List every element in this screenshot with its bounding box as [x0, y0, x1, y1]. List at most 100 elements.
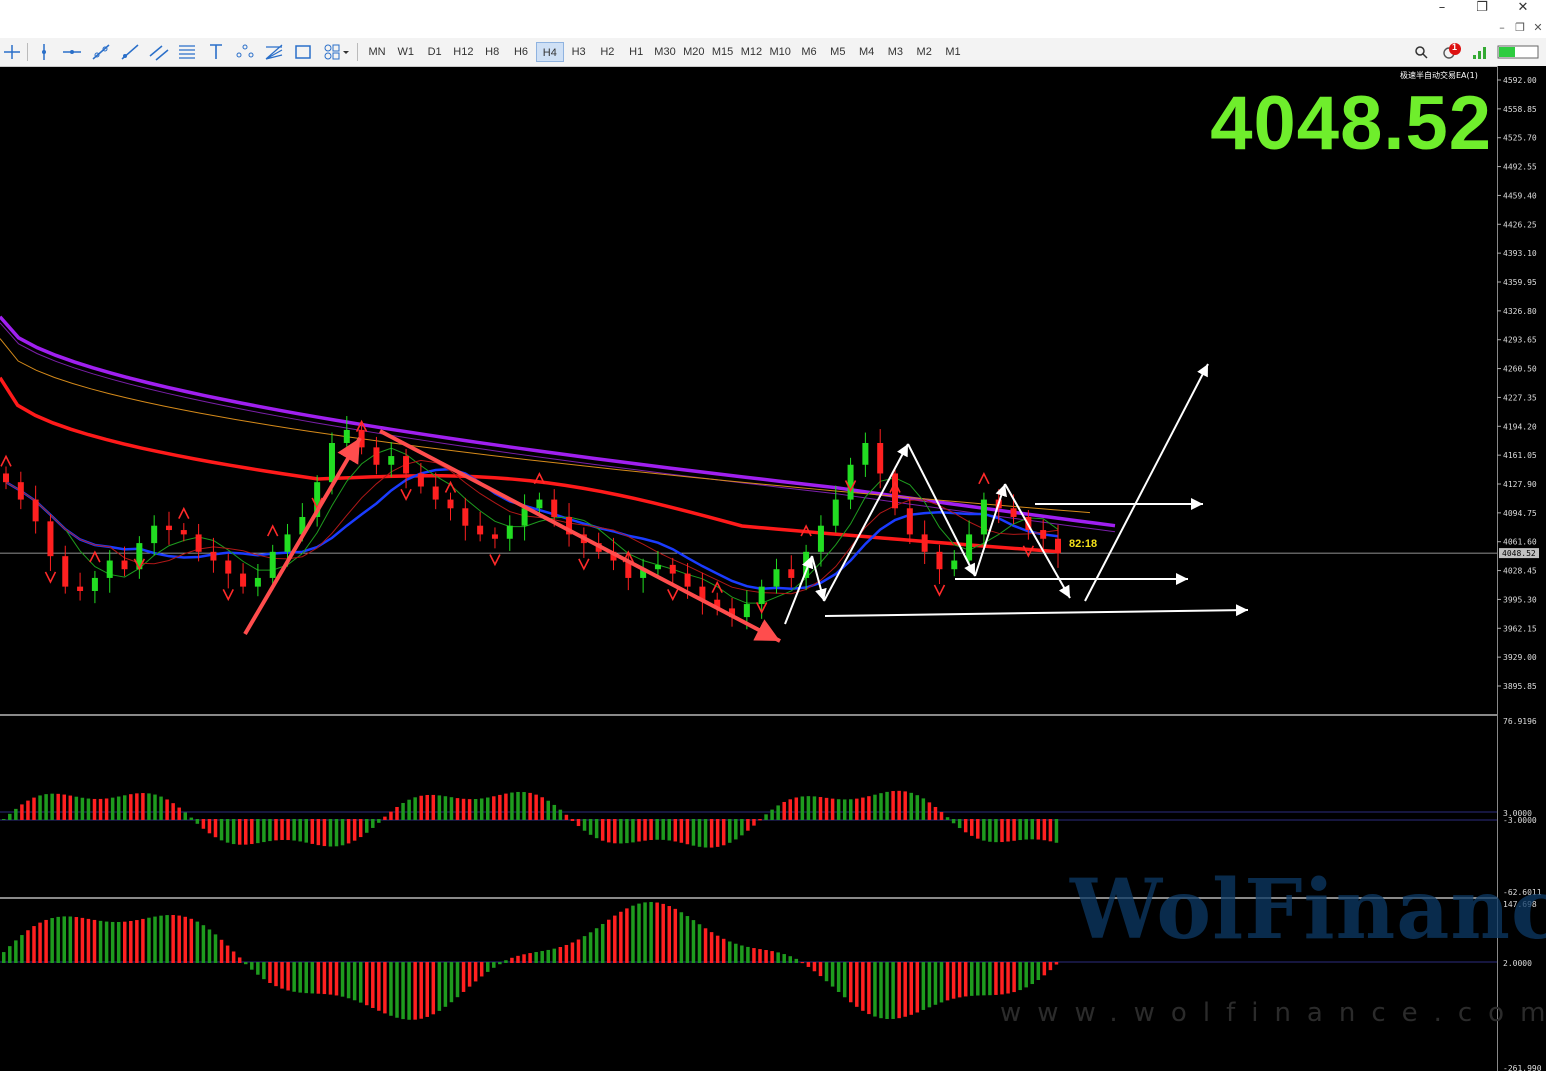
timeframe-m30[interactable]: M30: [651, 42, 679, 62]
timeframe-h3[interactable]: H3: [565, 42, 593, 62]
signal-strength-icon[interactable]: [1469, 41, 1493, 63]
fractal-arrow: [0, 454, 12, 467]
osc1-bar: [201, 819, 206, 829]
timeframe-w1[interactable]: W1: [392, 42, 420, 62]
osc2-bar: [401, 962, 405, 1020]
osc1-bar: [467, 799, 472, 820]
timeframe-h8[interactable]: H8: [478, 42, 506, 62]
osc2-bar: [286, 962, 290, 991]
candle-body: [1055, 538, 1061, 554]
ray-icon[interactable]: [118, 41, 142, 63]
trendline-icon[interactable]: [89, 41, 113, 63]
osc2-bar: [915, 962, 920, 1013]
timeframe-d1[interactable]: D1: [421, 42, 449, 62]
timeframe-m12[interactable]: M12: [737, 42, 765, 62]
osc1-bar: [352, 819, 357, 841]
vertical-line-icon[interactable]: [32, 41, 56, 63]
timeframe-h6[interactable]: H6: [507, 42, 535, 62]
timeframe-m5[interactable]: M5: [824, 42, 852, 62]
osc2-bar: [734, 943, 738, 963]
osc1-bar: [824, 797, 829, 820]
candle-body: [17, 482, 24, 500]
gann-fan-icon[interactable]: [262, 41, 286, 63]
osc1-bar: [153, 794, 157, 820]
osc2-bar: [467, 962, 472, 987]
crosshair-icon[interactable]: [0, 41, 24, 63]
osc2-bar: [50, 918, 54, 963]
minimize-button[interactable]: –: [1422, 0, 1462, 18]
chart-restore-button[interactable]: ❐: [1511, 20, 1529, 36]
osc2-bar: [873, 962, 877, 1017]
timeframe-h1[interactable]: H1: [622, 42, 650, 62]
notification-count: 1: [1452, 42, 1458, 52]
osc1-bar: [292, 819, 296, 841]
osc2-bar: [92, 919, 97, 963]
close-button[interactable]: ✕: [1503, 0, 1543, 18]
timeframe-mn[interactable]: MN: [363, 42, 391, 62]
candle-body: [106, 560, 113, 578]
osc2-bar: [685, 916, 690, 963]
osc1-bar: [20, 804, 24, 820]
timeframe-m15[interactable]: M15: [709, 42, 737, 62]
osc2-bar: [80, 917, 85, 963]
restore-button[interactable]: ❐: [1462, 0, 1502, 18]
osc1-bar: [879, 793, 883, 820]
search-icon[interactable]: [1410, 41, 1434, 63]
rectangle-icon[interactable]: [291, 41, 315, 63]
candle-body: [669, 564, 676, 574]
timeframe-m1[interactable]: M1: [939, 42, 967, 62]
chart-close-button[interactable]: ✕: [1529, 20, 1546, 36]
osc1-bar: [443, 796, 448, 820]
osc1-bar: [770, 809, 774, 820]
osc1-bar: [873, 794, 877, 820]
candle-body: [877, 442, 884, 474]
osc2-bar: [933, 962, 938, 1005]
candle-body: [1040, 530, 1047, 539]
timeframe-h4[interactable]: H4: [535, 42, 564, 62]
candle-body: [417, 473, 424, 487]
notification-icon[interactable]: 1: [1440, 41, 1464, 63]
timeframe-m3[interactable]: M3: [881, 42, 909, 62]
osc1-bar: [522, 792, 526, 820]
osc2-bar: [498, 962, 502, 965]
candle-body: [862, 442, 869, 465]
fibonacci-icon[interactable]: [175, 41, 199, 63]
osc2-bar: [963, 962, 968, 997]
timeframe-h2[interactable]: H2: [593, 42, 621, 62]
osc1-bar: [38, 795, 42, 820]
timeframe-m10[interactable]: M10: [766, 42, 794, 62]
osc1-bar: [498, 794, 502, 820]
osc2-bar: [371, 962, 375, 1008]
osc2-bar: [867, 962, 871, 1015]
osc1-bar: [92, 798, 97, 820]
osc1-bar: [419, 795, 423, 820]
candle-body: [240, 573, 247, 587]
osc2-bar: [346, 962, 351, 999]
text-tool-icon[interactable]: [204, 41, 228, 63]
osc1-bar: [298, 819, 302, 842]
osc2-bar: [268, 962, 272, 983]
pitchfork-icon[interactable]: [233, 41, 257, 63]
osc2-bar: [951, 962, 956, 999]
timeframe-m20[interactable]: M20: [680, 42, 708, 62]
candle-body: [892, 473, 899, 509]
timeframe-m6[interactable]: M6: [795, 42, 823, 62]
candle-body: [906, 508, 913, 535]
osc1-bar: [709, 819, 714, 848]
timeframe-m4[interactable]: M4: [853, 42, 881, 62]
osc1-bar: [631, 819, 635, 843]
osc2-bar: [721, 938, 726, 963]
horizontal-line-icon[interactable]: [60, 41, 84, 63]
timeframe-h12[interactable]: H12: [449, 42, 477, 62]
chart-minimize-button[interactable]: –: [1493, 20, 1511, 36]
chevron-down-icon[interactable]: [341, 41, 351, 63]
candle-body: [743, 604, 750, 618]
candle-body: [462, 508, 469, 526]
channel-icon[interactable]: [147, 41, 171, 63]
osc2-bar: [836, 962, 841, 992]
osc1-bar: [1048, 819, 1053, 842]
osc2-bar: [691, 920, 696, 963]
candle-body: [551, 499, 558, 517]
timeframe-m2[interactable]: M2: [910, 42, 938, 62]
osc1-bar: [764, 814, 768, 820]
